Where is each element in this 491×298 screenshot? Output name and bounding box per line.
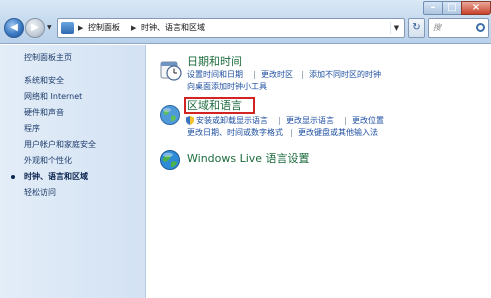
sidebar-item-hardware-sound[interactable]: 硬件和声音 bbox=[24, 108, 64, 118]
search-input[interactable]: 搜 bbox=[428, 18, 489, 38]
link-divider: | bbox=[344, 116, 347, 125]
search-placeholder: 搜 bbox=[433, 23, 441, 32]
breadcrumb-control-panel[interactable]: 控制面板 bbox=[88, 23, 120, 33]
breadcrumb-clock-language-region[interactable]: 时钟、语言和区域 bbox=[141, 23, 205, 33]
link-add-clocks[interactable]: 添加不同时区的时钟 bbox=[309, 70, 381, 80]
sidebar-item-network-internet[interactable]: 网络和 Internet bbox=[24, 92, 82, 102]
address-bar[interactable]: ▶ 控制面板 ▶ 时钟、语言和区域 ▼ bbox=[57, 18, 405, 38]
link-set-time-date[interactable]: 设置时间和日期 bbox=[187, 70, 243, 80]
main-content: 日期和时间 设置时间和日期 | 更改时区 | 添加不同时区的时钟 向桌面添加时钟… bbox=[147, 45, 491, 298]
maximize-button[interactable]: □ bbox=[442, 1, 462, 15]
forward-button[interactable]: ▶ bbox=[25, 18, 45, 38]
category-title-date-time[interactable]: 日期和时间 bbox=[187, 55, 242, 68]
sidebar-item-appearance[interactable]: 外观和个性化 bbox=[24, 156, 72, 166]
recent-pages-dropdown[interactable]: ▼ bbox=[47, 25, 53, 31]
windows-live-globe-icon[interactable] bbox=[159, 149, 181, 171]
address-dropdown-button[interactable]: ▼ bbox=[390, 22, 402, 34]
minimize-button[interactable]: – bbox=[423, 1, 443, 15]
back-button[interactable]: ◀ bbox=[4, 18, 24, 38]
link-divider: | bbox=[253, 70, 256, 79]
breadcrumb-separator[interactable]: ▶ bbox=[131, 23, 136, 33]
back-arrow-icon: ◀ bbox=[10, 22, 18, 33]
sidebar-item-system-security[interactable]: 系统和安全 bbox=[24, 76, 64, 86]
sidebar-item-ease-of-access[interactable]: 轻松访问 bbox=[24, 188, 56, 198]
link-add-clock-gadget[interactable]: 向桌面添加时钟小工具 bbox=[187, 82, 267, 92]
link-divider: | bbox=[290, 128, 293, 137]
control-panel-icon bbox=[61, 22, 74, 34]
sidebar-item-programs[interactable]: 程序 bbox=[24, 124, 40, 134]
forward-arrow-icon: ▶ bbox=[31, 22, 39, 33]
breadcrumb-separator[interactable]: ▶ bbox=[78, 23, 83, 33]
refresh-button[interactable]: ↻ bbox=[408, 18, 425, 38]
link-divider: | bbox=[278, 116, 281, 125]
sidebar-item-clock-language-region[interactable]: 时钟、语言和区域 bbox=[24, 172, 88, 182]
sidebar: 控制面板主页 系统和安全 网络和 Internet 硬件和声音 程序 用户帐户和… bbox=[0, 45, 146, 298]
sidebar-item-user-accounts[interactable]: 用户帐户和家庭安全 bbox=[24, 140, 96, 150]
link-change-date-time-number-format[interactable]: 更改日期、时间或数字格式 bbox=[187, 128, 283, 138]
sidebar-item-control-panel-home[interactable]: 控制面板主页 bbox=[24, 53, 72, 63]
minimize-icon: – bbox=[430, 2, 436, 13]
current-item-bullet bbox=[11, 175, 15, 179]
globe-icon[interactable] bbox=[159, 104, 181, 126]
link-divider: | bbox=[301, 70, 304, 79]
link-change-display-language[interactable]: 更改显示语言 bbox=[286, 116, 334, 126]
link-change-time-zone[interactable]: 更改时区 bbox=[261, 70, 293, 80]
link-change-keyboards-input-methods[interactable]: 更改键盘或其他输入法 bbox=[298, 128, 378, 138]
link-install-uninstall-display-language[interactable]: 安装或卸载显示语言 bbox=[196, 116, 268, 126]
link-change-location[interactable]: 更改位置 bbox=[352, 116, 384, 126]
close-button[interactable]: × bbox=[461, 1, 491, 15]
search-icon[interactable] bbox=[476, 23, 485, 32]
window-header: – □ × ◀ ▶ ▼ ▶ 控制面板 ▶ 时钟、语言和区域 ▼ ↻ 搜 bbox=[0, 0, 491, 44]
category-title-windows-live-language[interactable]: Windows Live 语言设置 bbox=[187, 152, 310, 165]
close-icon: × bbox=[471, 2, 481, 13]
maximize-icon: □ bbox=[447, 2, 457, 13]
clock-calendar-icon[interactable] bbox=[160, 59, 182, 81]
category-title-region-language[interactable]: 区域和语言 bbox=[187, 99, 242, 112]
uac-shield-icon bbox=[186, 116, 194, 125]
